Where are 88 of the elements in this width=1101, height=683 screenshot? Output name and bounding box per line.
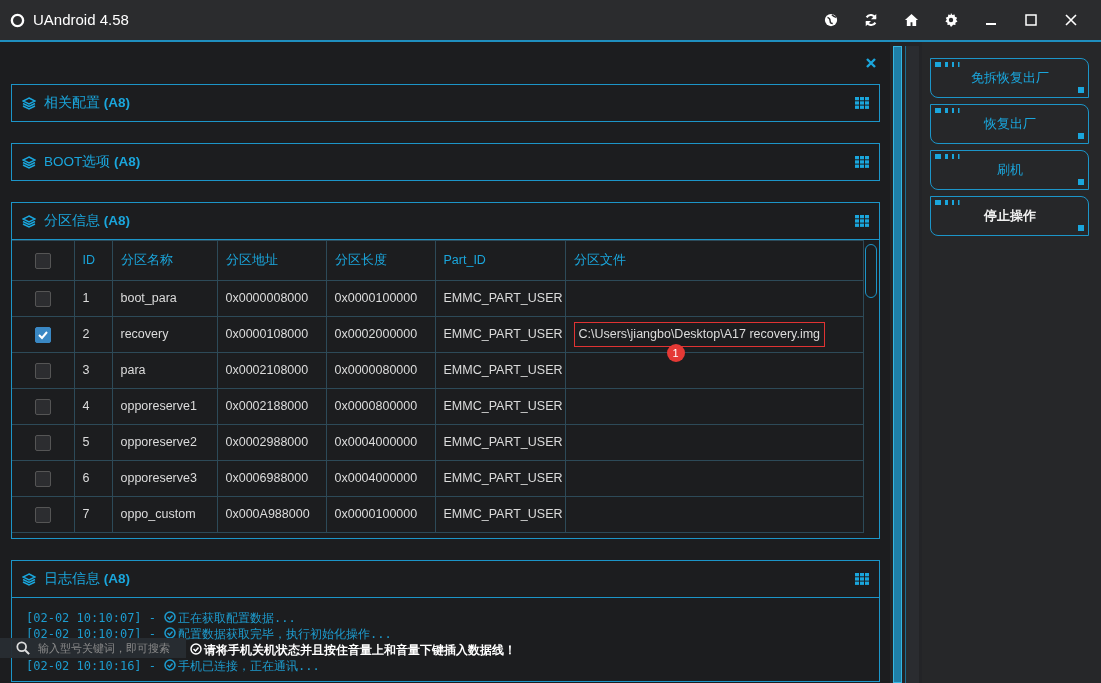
column-header: 分区长度 [334,253,387,268]
table-cell: EMMC_PART_USER [443,471,563,486]
table-cell: opporeserve3 [120,471,197,486]
table-cell: 0x0000100000 [334,507,418,522]
table-cell: 4 [82,399,90,414]
table-cell: 0x0002000000 [334,327,418,342]
square-icon [1078,87,1084,93]
checkbox[interactable] [34,398,51,415]
annotation-marker: 1 [666,344,685,362]
section-title: 相关配置 (A8) [44,93,130,112]
checkbox[interactable] [34,506,51,523]
section-title: 日志信息 (A8) [44,569,130,588]
column-header: ID [82,253,95,268]
column-header: 分区文件 [573,253,626,268]
log-time: [02-02 10:10:07] - [26,627,157,641]
checkbox[interactable] [34,326,51,343]
log-message: 手机已连接，正在通讯... [178,659,320,673]
table-cell: 0x0000108000 [225,327,309,342]
table-cell: EMMC_PART_USER [443,435,563,450]
grid-icon[interactable] [855,573,869,585]
table-cell: 7 [82,507,90,522]
check-circle-icon [164,659,177,671]
table-cell: 0x0002108000 [225,363,309,378]
action-button[interactable]: 停止操作 [930,196,1089,236]
table-cell: 2 [82,327,90,342]
table-cell: EMMC_PART_USER [443,291,563,306]
column-header: Part_ID [443,253,486,268]
window-title: UAndroid 4.58 [33,9,129,30]
table-cell: 0x0000800000 [334,399,418,414]
table-cell: EMMC_PART_USER [443,327,563,342]
log-message: 请将手机关机状态并且按住音量上和音量下键插入数据线！ [204,643,516,657]
table-cell: EMMC_PART_USER [443,399,563,414]
search-icon [16,641,30,655]
table-cell: C:\Users\jiangbo\Desktop\A17 recovery.img [573,322,826,347]
grid-icon[interactable] [855,156,869,168]
log-time: [02-02 10:10:07] - [26,611,157,625]
action-button[interactable]: 免拆恢复出厂 [930,58,1089,98]
grid-icon[interactable] [855,97,869,109]
close-icon[interactable] [866,58,876,68]
table-cell: 0x0004000000 [334,435,418,450]
checkbox[interactable] [34,252,51,269]
log-time: [02-02 10:10:16] - [26,659,157,673]
table-cell: 5 [82,435,90,450]
check-circle-icon [164,611,177,623]
square-icon [1078,225,1084,231]
table-cell: 0x000A988000 [225,507,310,522]
table-cell: EMMC_PART_USER [443,363,563,378]
layers-icon [22,155,36,169]
table-cell: 0x0000008000 [225,291,309,306]
table-cell: 0x0002988000 [225,435,309,450]
table-cell: opporeserve2 [120,435,197,450]
layers-icon [22,214,36,228]
table-cell: para [120,363,146,378]
table-cell: 0x0006988000 [225,471,309,486]
checkbox[interactable] [34,434,51,451]
table-cell: 0x0002188000 [225,399,309,414]
action-button[interactable]: 恢复出厂 [930,104,1089,144]
scrollbar[interactable] [865,244,877,298]
table-cell: 0x0000100000 [334,291,418,306]
search-field[interactable]: 输入型号关键词，即可搜索 [0,638,186,658]
table-cell: boot_para [120,291,177,306]
log-message: 配置数据获取完毕，执行初始化操作... [178,627,392,641]
column-header: 分区名称 [120,253,173,268]
checkbox[interactable] [34,470,51,487]
table-cell: EMMC_PART_USER [443,507,563,522]
section-title: 分区信息 (A8) [44,211,130,230]
app-logo-icon [10,12,25,28]
checkbox[interactable] [34,362,51,379]
square-icon [1078,179,1084,185]
table-cell: 3 [82,363,90,378]
table-cell: 6 [82,471,90,486]
table-cell: oppo_custom [120,507,196,522]
grid-icon[interactable] [855,215,869,227]
layers-icon [22,96,36,110]
check-circle-icon [190,643,202,655]
check-circle-icon [164,627,177,639]
column-header: 分区地址 [225,253,278,268]
log-message: 正在获取配置数据... [178,611,296,625]
table-cell: 1 [82,291,90,306]
table-cell: 0x0000080000 [334,363,418,378]
layers-icon [22,572,36,586]
square-icon [1078,133,1084,139]
table-cell: recovery [120,327,169,342]
table-cell: opporeserve1 [120,399,197,414]
action-button[interactable]: 刷机 [930,150,1089,190]
table-cell: 0x0004000000 [334,471,418,486]
checkbox[interactable] [34,290,51,307]
section-title: BOOT选项 (A8) [44,152,141,171]
